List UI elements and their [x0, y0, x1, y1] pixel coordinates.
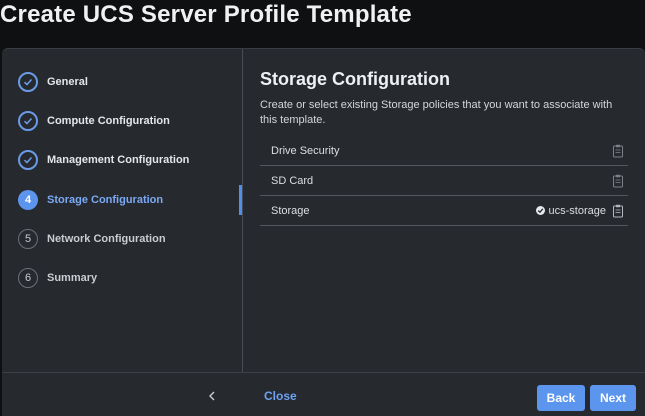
clipboard-icon[interactable] — [612, 174, 624, 188]
step-label: General — [47, 76, 88, 88]
chevron-left-icon[interactable] — [204, 388, 220, 404]
step-compute-configuration[interactable]: Compute Configuration — [18, 109, 170, 133]
step-general[interactable]: General — [18, 70, 88, 94]
check-circle-icon — [18, 150, 38, 170]
clipboard-icon[interactable] — [612, 144, 624, 158]
wizard-steps: General Compute Configuration Management… — [2, 49, 242, 401]
panel-divider — [242, 49, 243, 372]
policy-list: Drive Security SD Card Storage ucs-stora… — [260, 136, 628, 226]
selected-policy-name: ucs-storage — [548, 204, 606, 217]
step-number-badge: 4 — [18, 190, 38, 210]
step-label: Summary — [47, 272, 98, 284]
wizard-panel: General Compute Configuration Management… — [2, 48, 645, 416]
page-title: Create UCS Server Profile Template — [0, 1, 412, 28]
step-label: Storage Configuration — [47, 194, 164, 206]
step-summary[interactable]: 6 Summary — [18, 266, 97, 290]
check-circle-icon — [18, 72, 38, 92]
step-management-configuration[interactable]: Management Configuration — [18, 148, 189, 172]
step-storage-configuration[interactable]: 4 Storage Configuration — [18, 188, 163, 212]
policy-row-storage[interactable]: Storage ucs-storage — [260, 196, 628, 226]
policy-label: Drive Security — [271, 144, 340, 157]
policy-row-sd-card[interactable]: SD Card — [260, 166, 628, 196]
active-step-indicator — [239, 185, 242, 215]
next-button[interactable]: Next — [590, 385, 636, 411]
main-content: Storage Configuration Create or select e… — [260, 67, 628, 226]
policy-label: SD Card — [271, 174, 314, 187]
check-icon — [535, 206, 545, 215]
step-label: Compute Configuration — [47, 115, 170, 127]
selected-policy[interactable]: ucs-storage — [535, 196, 606, 225]
clipboard-icon[interactable] — [612, 204, 624, 218]
back-button[interactable]: Back — [537, 385, 585, 411]
section-title: Storage Configuration — [260, 69, 450, 89]
step-network-configuration[interactable]: 5 Network Configuration — [18, 227, 166, 251]
footer-divider — [2, 372, 645, 373]
step-label: Network Configuration — [47, 233, 166, 245]
step-label: Management Configuration — [47, 154, 190, 166]
step-number-badge: 5 — [18, 229, 38, 249]
policy-label: Storage — [271, 204, 310, 217]
policy-row-drive-security[interactable]: Drive Security — [260, 136, 628, 166]
check-circle-icon — [18, 111, 38, 131]
step-number-badge: 6 — [18, 268, 38, 288]
close-button[interactable]: Close — [264, 389, 297, 403]
section-description: Create or select existing Storage polici… — [260, 99, 613, 126]
